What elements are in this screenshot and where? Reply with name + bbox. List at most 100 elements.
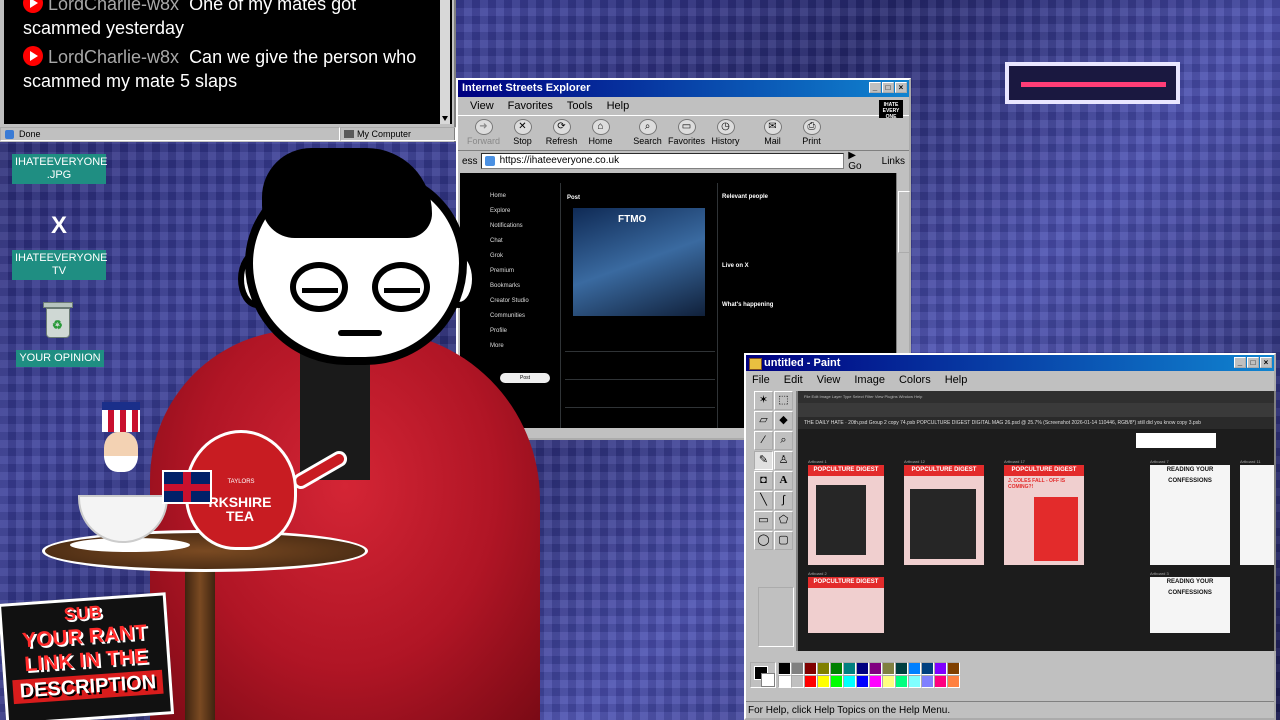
color-swatch[interactable] [895,662,908,675]
search-button[interactable]: ⌕ Search [628,116,667,150]
minimize-button[interactable]: _ [1234,357,1246,368]
x-logo-icon[interactable]: X [46,213,72,239]
color-swatch[interactable] [947,675,960,688]
color-swatch[interactable] [869,675,882,688]
color-swatch[interactable] [921,675,934,688]
color-swatch[interactable] [804,675,817,688]
menu-file[interactable]: File [752,371,770,389]
paint-titlebar[interactable]: untitled - Paint _ □ × [746,355,1274,371]
fill-bucket-icon[interactable]: ◆ [774,411,793,430]
menu-view[interactable]: View [470,97,494,115]
color-swatch[interactable] [804,662,817,675]
x-tweet[interactable] [565,351,715,369]
x-post-button[interactable]: Post [500,373,550,383]
rect-select-icon[interactable]: ⬚ [774,391,793,410]
line-icon[interactable]: ╲ [754,491,773,510]
refresh-button[interactable]: ⟳ Refresh [542,116,581,150]
favorites-button[interactable]: ▭ Favorites [667,116,706,150]
color-swatch[interactable] [869,662,882,675]
color-swatch[interactable] [817,675,830,688]
airbrush-icon[interactable]: ◘ [754,471,773,490]
tool-options[interactable] [758,587,794,647]
nav-profile[interactable]: Profile [490,328,529,343]
magnifier-icon[interactable]: ⌕ [774,431,793,450]
color-swatch[interactable] [934,662,947,675]
color-swatch[interactable] [895,675,908,688]
color-swatch[interactable] [934,675,947,688]
links-button[interactable]: Links [882,156,905,167]
menu-view[interactable]: View [817,371,841,389]
menu-image[interactable]: Image [854,371,885,389]
brush-icon[interactable]: ♙ [774,451,793,470]
color-swatch[interactable] [817,662,830,675]
x-tweet[interactable] [565,407,715,425]
nav-creator-studio[interactable]: Creator Studio [490,298,529,313]
nav-communities[interactable]: Communities [490,313,529,328]
menu-help[interactable]: Help [945,371,968,389]
home-button[interactable]: ⌂ Home [581,116,620,150]
browser-titlebar[interactable]: Internet Streets Explorer _ □ × [458,80,909,97]
polygon-icon[interactable]: ⬠ [774,511,793,530]
chat-scrollbar[interactable] [440,0,450,124]
color-swatch[interactable] [778,662,791,675]
pencil-icon[interactable]: ✎ [754,451,773,470]
stop-button[interactable]: ✕ Stop [503,116,542,150]
rounded-rect-icon[interactable]: ▢ [774,531,793,550]
nav-more[interactable]: More [490,343,529,358]
recycle-bin-icon[interactable]: ♻ [42,300,74,338]
x-video-player[interactable]: FTMO [573,208,705,316]
text-tool-icon[interactable]: A [774,471,793,490]
menu-edit[interactable]: Edit [784,371,803,389]
menu-help[interactable]: Help [607,97,630,115]
color-swatch[interactable] [882,675,895,688]
paint-canvas[interactable]: File Edit Image Layer Type Select Filter… [796,391,1276,651]
color-swatch[interactable] [830,675,843,688]
color-swatch[interactable] [843,662,856,675]
color-swatch[interactable] [791,675,804,688]
artboard [1240,465,1274,565]
curve-icon[interactable]: ∫ [774,491,793,510]
minimize-button[interactable]: _ [869,82,881,93]
color-swatch[interactable] [908,662,921,675]
menu-tools[interactable]: Tools [567,97,593,115]
color-swatch[interactable] [830,662,843,675]
color-swatch[interactable] [921,662,934,675]
color-swatch[interactable] [856,662,869,675]
maximize-button[interactable]: □ [882,82,894,93]
nav-explore[interactable]: Explore [490,208,529,223]
free-select-icon[interactable]: ✶ [754,391,773,410]
color-swatch[interactable] [856,675,869,688]
color-picker-icon[interactable]: ⁄ [754,431,773,450]
x-tweet[interactable] [565,379,715,397]
history-button[interactable]: ◷ History [706,116,745,150]
desktop-icon-ihateeveryone-tv[interactable]: IHATEEVERYONE TV [12,250,108,280]
menu-colors[interactable]: Colors [899,371,931,389]
color-swatch[interactable] [882,662,895,675]
eraser-icon[interactable]: ▱ [754,411,773,430]
nav-notifications[interactable]: Notifications [490,223,529,238]
color-swatch[interactable] [908,675,921,688]
go-button[interactable]: ▶ Go [848,150,871,172]
maximize-button[interactable]: □ [1247,357,1259,368]
close-button[interactable]: × [1260,357,1272,368]
menu-favorites[interactable]: Favorites [508,97,553,115]
desktop-icon-your-opinion[interactable]: YOUR OPINION [16,350,104,367]
current-colors[interactable] [750,662,776,688]
ellipse-icon[interactable]: ◯ [754,531,773,550]
color-swatch[interactable] [778,675,791,688]
address-input[interactable]: https://ihateeveryone.co.uk [480,153,845,169]
nav-grok[interactable]: Grok [490,253,529,268]
nav-bookmarks[interactable]: Bookmarks [490,283,529,298]
mail-button[interactable]: ✉ Mail [753,116,792,150]
nav-premium[interactable]: Premium [490,268,529,283]
nav-chat[interactable]: Chat [490,238,529,253]
color-swatch[interactable] [791,662,804,675]
close-button[interactable]: × [895,82,907,93]
rectangle-icon[interactable]: ▭ [754,511,773,530]
color-swatch[interactable] [947,662,960,675]
forward-button[interactable]: ➜ Forward [464,116,503,150]
desktop-icon-ihateeveryone-jpg[interactable]: IHATEEVERYONE .JPG [12,154,108,184]
print-button[interactable]: ⎙ Print [792,116,831,150]
nav-home[interactable]: Home [490,193,529,208]
color-swatch[interactable] [843,675,856,688]
